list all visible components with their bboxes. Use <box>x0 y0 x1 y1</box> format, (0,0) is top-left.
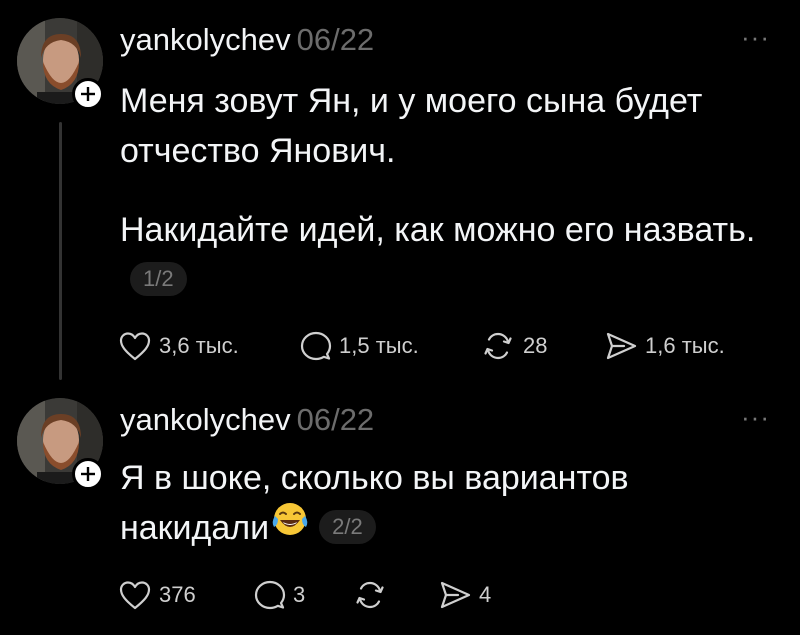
follow-button[interactable] <box>72 458 104 490</box>
thread-counter: 1/2 <box>130 262 187 297</box>
repost-count: 28 <box>523 333 548 358</box>
post-header: yankolychev 06/22 <box>120 400 374 440</box>
post-date: 06/22 <box>296 402 375 437</box>
comment-icon <box>254 580 286 610</box>
action-bar: 3,6 тыс. 1,5 тыс. 28 1,6 тыс. <box>118 328 758 364</box>
repost-button[interactable]: 28 <box>482 328 547 364</box>
post-header: yankolychev 06/22 <box>120 20 374 60</box>
reply-button[interactable]: 1,5 тыс. <box>300 328 419 364</box>
post-paragraph: Накидайте идей, как можно его назвать. 1/… <box>120 205 770 305</box>
username[interactable]: yankolychev <box>120 22 291 57</box>
heart-icon <box>119 581 151 610</box>
repost-button[interactable] <box>354 577 395 613</box>
reply-count: 1,5 тыс. <box>339 333 419 358</box>
like-count: 3,6 тыс. <box>159 333 239 358</box>
share-icon <box>440 581 471 609</box>
face-with-tears-of-joy-icon <box>271 500 309 552</box>
username[interactable]: yankolychev <box>120 402 291 437</box>
share-count: 1,6 тыс. <box>645 333 725 358</box>
thread-post: yankolychev 06/22 ··· Я в шоке, сколько в… <box>0 385 800 635</box>
repost-icon <box>356 581 384 609</box>
post-text: Меня зовут Ян, и у моего сына будет отче… <box>120 76 770 305</box>
follow-button[interactable] <box>72 78 104 110</box>
action-bar: 376 3 4 <box>118 577 518 613</box>
like-button[interactable]: 376 <box>118 577 196 613</box>
post-date: 06/22 <box>296 22 375 57</box>
share-icon <box>606 332 637 360</box>
post-text: Я в шоке, сколько вы вариантов накидали … <box>120 453 770 556</box>
share-button[interactable]: 1,6 тыс. <box>604 328 725 364</box>
like-count: 376 <box>159 582 196 607</box>
plus-icon <box>81 467 95 481</box>
more-icon[interactable]: ··· <box>741 402 770 433</box>
thread-line <box>59 122 62 380</box>
thread-post: yankolychev 06/22 ··· Меня зовут Ян, и у … <box>0 0 800 385</box>
heart-icon <box>119 332 151 361</box>
post-paragraph-text: Накидайте идей, как можно его назвать. <box>120 211 756 249</box>
more-icon[interactable]: ··· <box>741 22 770 53</box>
reply-count: 3 <box>293 582 306 607</box>
comment-icon <box>300 331 332 361</box>
share-button[interactable]: 4 <box>438 577 491 613</box>
thread-counter: 2/2 <box>319 510 376 545</box>
like-button[interactable]: 3,6 тыс. <box>118 328 239 364</box>
reply-button[interactable]: 3 <box>254 577 305 613</box>
post-paragraph: Меня зовут Ян, и у моего сына будет отче… <box>120 82 703 170</box>
plus-icon <box>81 87 95 101</box>
share-count: 4 <box>479 582 492 607</box>
repost-icon <box>484 332 512 360</box>
